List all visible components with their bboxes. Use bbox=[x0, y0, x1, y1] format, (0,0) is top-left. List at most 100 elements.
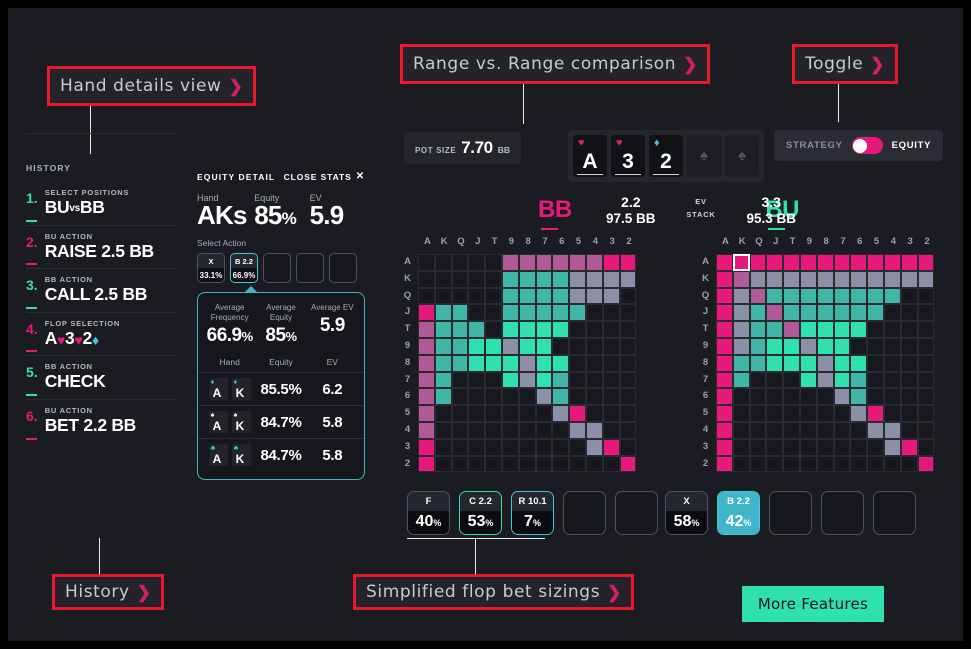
matrix-cell[interactable] bbox=[418, 287, 435, 305]
matrix-cell[interactable] bbox=[766, 421, 784, 439]
matrix-cell[interactable] bbox=[783, 337, 800, 355]
matrix-cell[interactable] bbox=[867, 371, 884, 389]
board-card-1[interactable]: ♥ A bbox=[573, 135, 607, 177]
matrix-cell[interactable] bbox=[569, 287, 586, 305]
matrix-cell[interactable] bbox=[833, 287, 851, 305]
strategy-buttons-bu[interactable]: X 58% B 2.2 42% bbox=[665, 491, 916, 535]
matrix-cell[interactable] bbox=[501, 455, 519, 473]
matrix-cell[interactable] bbox=[569, 337, 586, 355]
matrix-cell[interactable] bbox=[833, 337, 851, 355]
matrix-cell[interactable] bbox=[468, 304, 486, 322]
matrix-cell[interactable] bbox=[569, 405, 586, 422]
matrix-cell[interactable] bbox=[434, 270, 452, 288]
matrix-cell[interactable] bbox=[468, 371, 486, 389]
matrix-cell[interactable] bbox=[850, 304, 868, 322]
matrix-cell[interactable] bbox=[749, 438, 767, 456]
matrix-cell[interactable] bbox=[418, 371, 435, 389]
matrix-cell[interactable] bbox=[749, 388, 767, 406]
matrix-cell[interactable] bbox=[468, 354, 486, 372]
select-action-button-1[interactable]: B 2.2 66.9% bbox=[230, 253, 258, 284]
matrix-cell[interactable] bbox=[799, 304, 817, 322]
strategy-button-0[interactable]: F 40% bbox=[407, 491, 450, 535]
matrix-cell[interactable] bbox=[783, 321, 800, 338]
matrix-cell[interactable] bbox=[799, 421, 817, 439]
matrix-cell[interactable] bbox=[569, 270, 586, 288]
matrix-cell[interactable] bbox=[585, 254, 603, 271]
history-item-1[interactable]: 1. SELECT POSITIONS BU vs BB bbox=[26, 182, 176, 226]
matrix-cell[interactable] bbox=[867, 455, 884, 473]
matrix-cell[interactable] bbox=[535, 270, 553, 288]
matrix-cell[interactable] bbox=[900, 371, 918, 389]
matrix-cell[interactable] bbox=[535, 304, 553, 322]
matrix-cell[interactable] bbox=[501, 337, 519, 355]
matrix-cell[interactable] bbox=[833, 388, 851, 406]
board-cards[interactable]: ♥ A ♥ 3 ♦ 2 ♠ ♠ bbox=[568, 130, 764, 182]
matrix-cell[interactable] bbox=[619, 421, 637, 439]
matrix-cell[interactable] bbox=[766, 388, 784, 406]
matrix-cell[interactable] bbox=[501, 421, 519, 439]
matrix-cell[interactable] bbox=[900, 421, 918, 439]
matrix-cell[interactable] bbox=[917, 270, 935, 288]
matrix-cell[interactable] bbox=[766, 354, 784, 372]
matrix-cell[interactable] bbox=[816, 321, 834, 338]
matrix-cell[interactable] bbox=[418, 254, 435, 271]
matrix-cell[interactable] bbox=[850, 405, 868, 422]
matrix-cell[interactable] bbox=[434, 354, 452, 372]
matrix-cell[interactable] bbox=[766, 455, 784, 473]
matrix-cell[interactable] bbox=[602, 337, 620, 355]
matrix-cell[interactable] bbox=[900, 304, 918, 322]
matrix-cell[interactable] bbox=[569, 321, 586, 338]
matrix-cell[interactable] bbox=[418, 304, 435, 322]
matrix-cell[interactable] bbox=[867, 254, 884, 271]
matrix-cell[interactable] bbox=[716, 254, 733, 271]
matrix-cell[interactable] bbox=[451, 254, 469, 271]
matrix-cell[interactable] bbox=[434, 287, 452, 305]
matrix-cell[interactable] bbox=[518, 438, 536, 456]
matrix-cell[interactable] bbox=[917, 354, 935, 372]
matrix-cell[interactable] bbox=[451, 421, 469, 439]
matrix-cell[interactable] bbox=[850, 388, 868, 406]
matrix-cell[interactable] bbox=[900, 455, 918, 473]
matrix-cell[interactable] bbox=[451, 455, 469, 473]
board-card-5[interactable]: ♠ bbox=[725, 135, 759, 177]
history-item-5[interactable]: 5. BB ACTION CHECK bbox=[26, 356, 176, 400]
matrix-cell[interactable] bbox=[535, 455, 553, 473]
matrix-cell[interactable] bbox=[602, 405, 620, 422]
matrix-cell[interactable] bbox=[602, 455, 620, 473]
matrix-cell[interactable] bbox=[619, 270, 637, 288]
matrix-cell[interactable] bbox=[501, 405, 519, 422]
matrix-cell[interactable] bbox=[716, 354, 733, 372]
matrix-cell[interactable] bbox=[850, 455, 868, 473]
more-features-button[interactable]: More Features bbox=[742, 586, 884, 622]
matrix-cell[interactable] bbox=[833, 371, 851, 389]
matrix-cell[interactable] bbox=[900, 254, 918, 271]
matrix-cell[interactable] bbox=[766, 287, 784, 305]
matrix-cell[interactable] bbox=[501, 254, 519, 271]
matrix-cell[interactable] bbox=[535, 388, 553, 406]
matrix-cell[interactable] bbox=[799, 438, 817, 456]
matrix-cell[interactable] bbox=[434, 388, 452, 406]
matrix-cell[interactable] bbox=[850, 254, 868, 271]
matrix-cell[interactable] bbox=[766, 254, 784, 271]
matrix-cell[interactable] bbox=[732, 354, 750, 372]
matrix-cell[interactable] bbox=[619, 455, 637, 473]
matrix-cell[interactable] bbox=[619, 388, 637, 406]
matrix-cell[interactable] bbox=[418, 421, 435, 439]
matrix-cell[interactable] bbox=[619, 371, 637, 389]
matrix-cell[interactable] bbox=[917, 287, 935, 305]
matrix-cell[interactable] bbox=[716, 455, 733, 473]
matrix-cell[interactable] bbox=[917, 321, 935, 338]
history-item-3[interactable]: 3. BB ACTION CALL 2.5 BB bbox=[26, 269, 176, 313]
matrix-cell[interactable] bbox=[619, 438, 637, 456]
matrix-cell[interactable] bbox=[816, 421, 834, 439]
matrix-cell[interactable] bbox=[816, 337, 834, 355]
matrix-cell[interactable] bbox=[917, 254, 935, 271]
matrix-cell[interactable] bbox=[619, 405, 637, 422]
matrix-cell[interactable] bbox=[468, 287, 486, 305]
matrix-cell[interactable] bbox=[434, 304, 452, 322]
matrix-cell[interactable] bbox=[883, 321, 901, 338]
matrix-cell[interactable] bbox=[569, 388, 586, 406]
matrix-cell[interactable] bbox=[900, 388, 918, 406]
matrix-cell[interactable] bbox=[900, 270, 918, 288]
matrix-cell[interactable] bbox=[833, 354, 851, 372]
